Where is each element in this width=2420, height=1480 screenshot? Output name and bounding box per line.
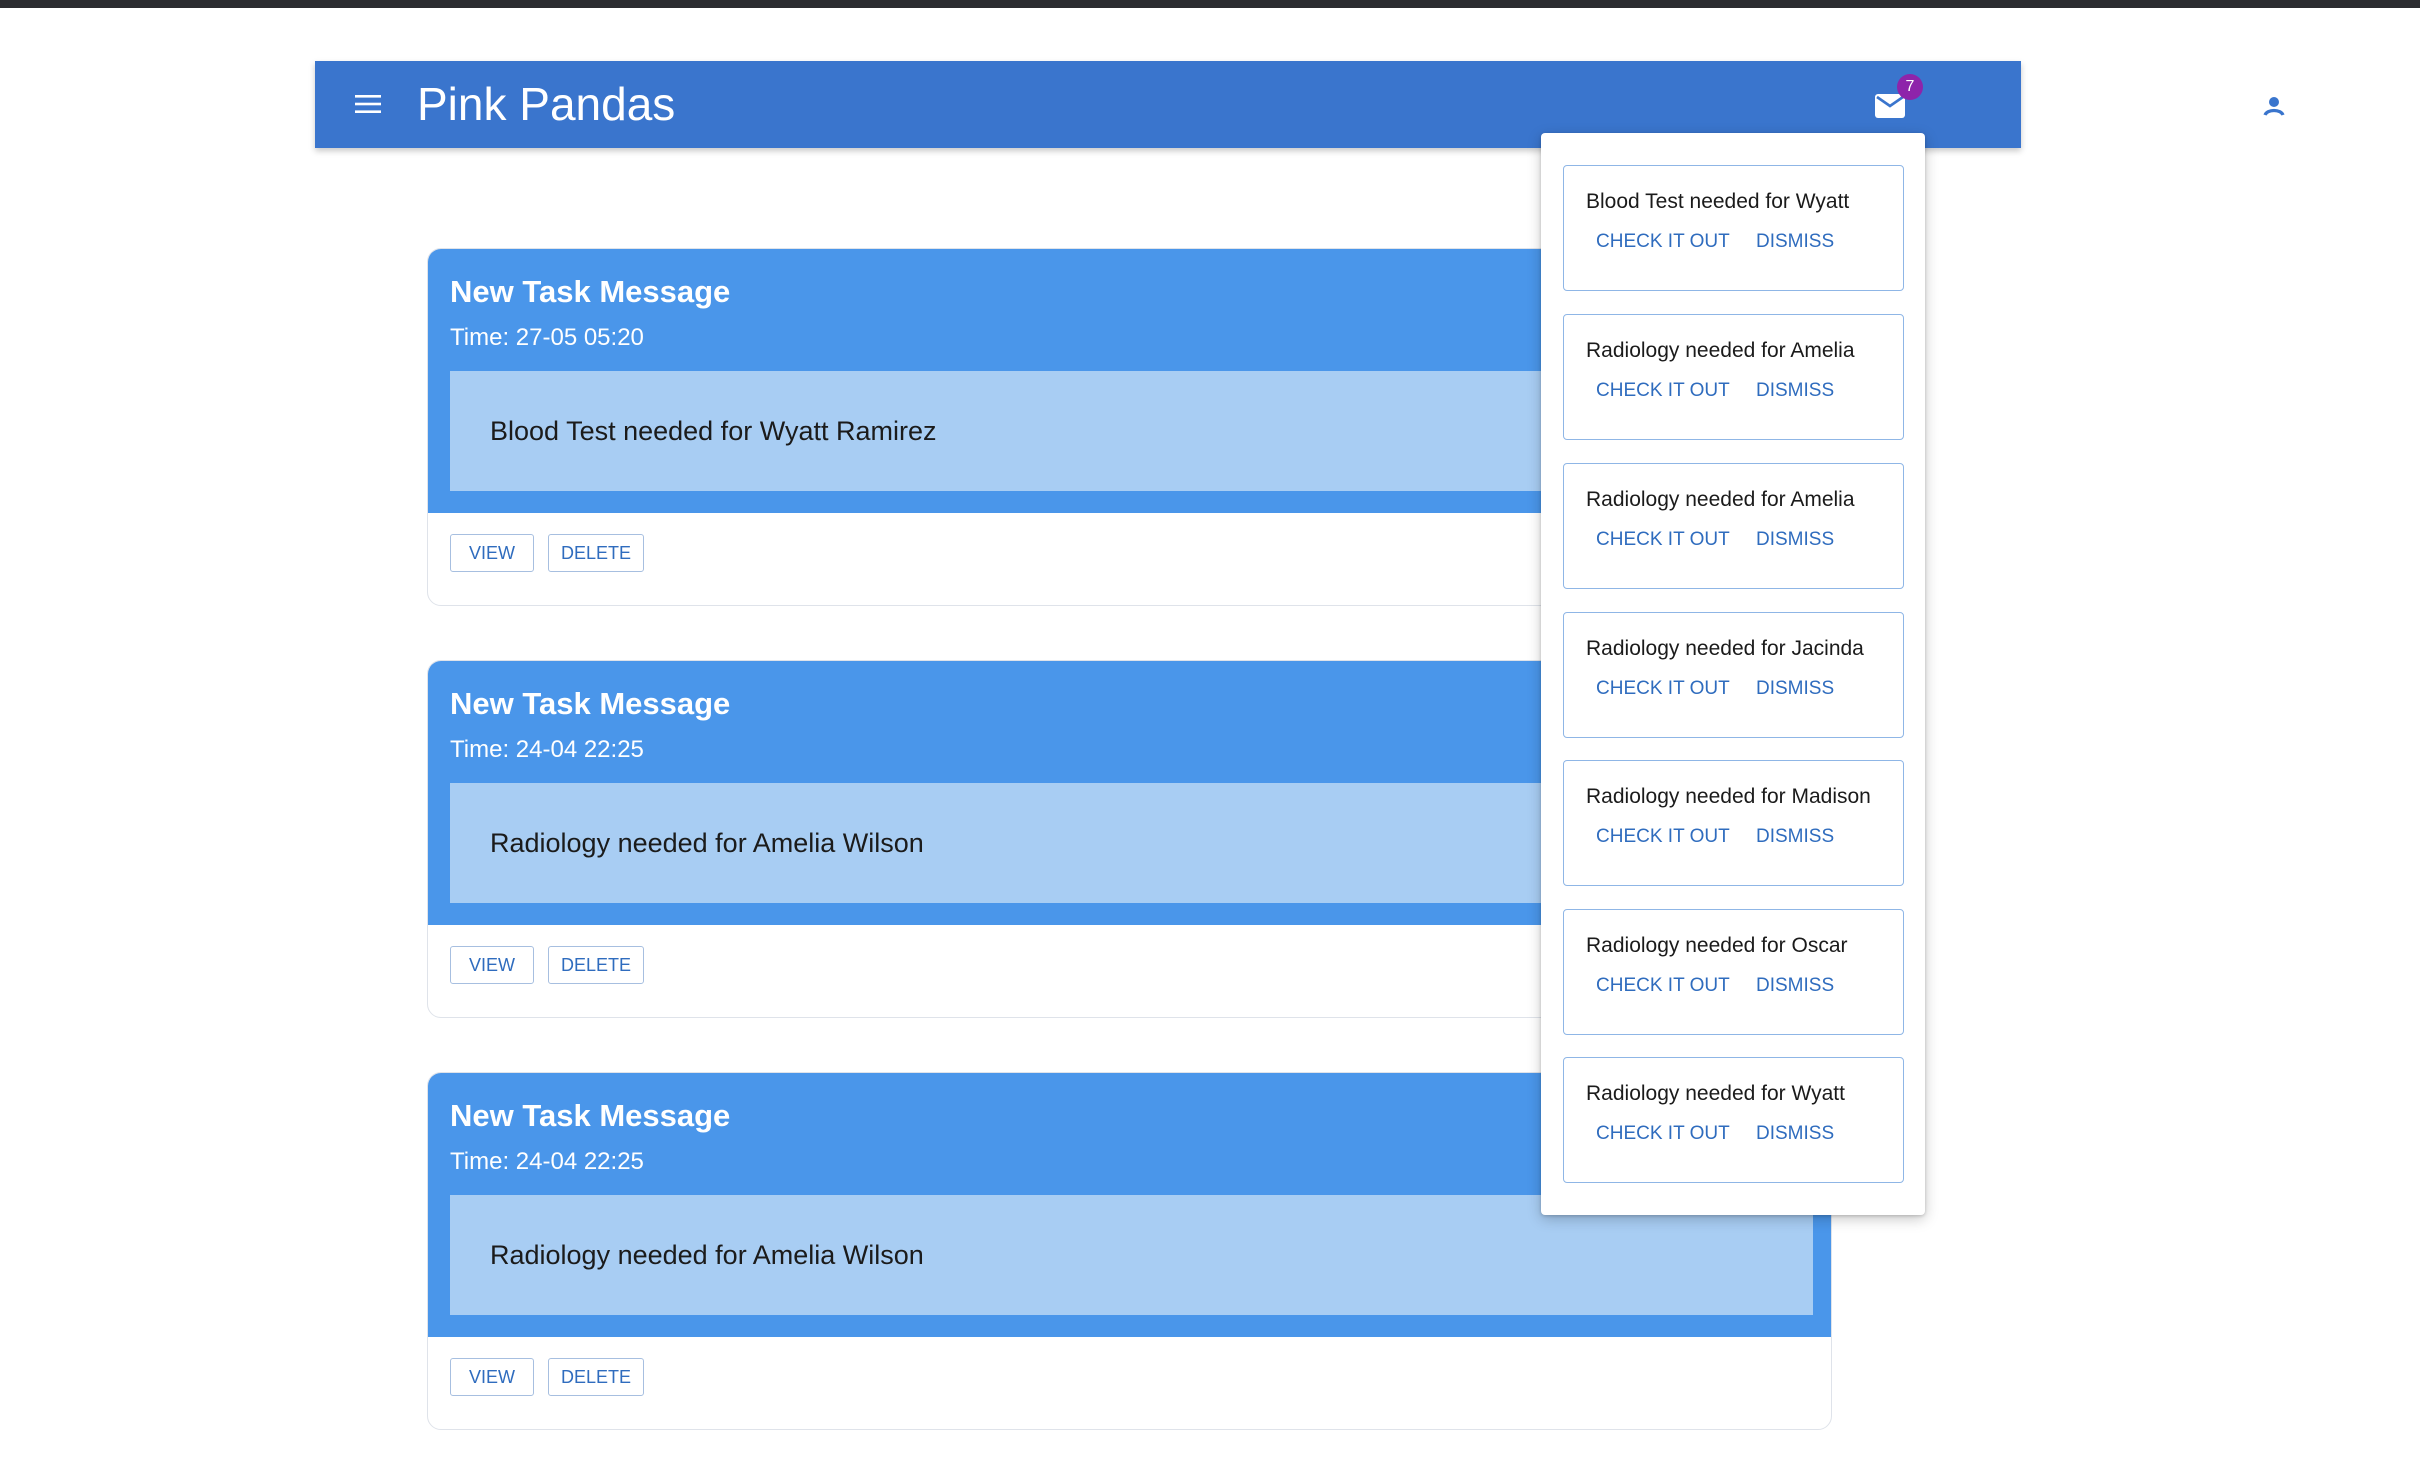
check-it-out-link[interactable]: CHECK IT OUT [1596, 972, 1730, 1000]
notification-item: Radiology needed for Amelia CHECK IT OUT… [1563, 463, 1904, 589]
menu-button[interactable] [345, 81, 391, 127]
notification-text: Radiology needed for Amelia [1586, 488, 1855, 511]
account-button[interactable] [2251, 83, 2297, 129]
card-title: New Task Message [450, 686, 731, 721]
view-button[interactable]: VIEW [450, 946, 534, 984]
notification-text: Radiology needed for Amelia [1586, 339, 1855, 362]
check-it-out-link[interactable]: CHECK IT OUT [1596, 823, 1730, 851]
card-time: Time: 27-05 05:20 [450, 324, 644, 351]
check-it-out-link[interactable]: CHECK IT OUT [1596, 1120, 1730, 1148]
view-button[interactable]: VIEW [450, 1358, 534, 1396]
delete-button[interactable]: DELETE [548, 1358, 644, 1396]
notification-item: Radiology needed for Wyatt CHECK IT OUT … [1563, 1057, 1904, 1183]
delete-button[interactable]: DELETE [548, 946, 644, 984]
dismiss-link[interactable]: DISMISS [1756, 526, 1834, 554]
notification-text: Radiology needed for Madison [1586, 785, 1871, 808]
dismiss-link[interactable]: DISMISS [1756, 1120, 1834, 1148]
hamburger-menu-icon [355, 95, 381, 113]
notification-item: Radiology needed for Amelia CHECK IT OUT… [1563, 314, 1904, 440]
dismiss-link[interactable]: DISMISS [1756, 675, 1834, 703]
notification-text: Radiology needed for Oscar [1586, 934, 1848, 957]
notification-item: Blood Test needed for Wyatt CHECK IT OUT… [1563, 165, 1904, 291]
card-title: New Task Message [450, 1098, 731, 1133]
dismiss-link[interactable]: DISMISS [1756, 228, 1834, 256]
notification-text: Radiology needed for Wyatt [1586, 1082, 1845, 1105]
app-title: Pink Pandas [417, 78, 676, 130]
card-message-text: Radiology needed for Amelia Wilson [490, 828, 924, 858]
delete-button[interactable]: DELETE [548, 534, 644, 572]
card-time: Time: 24-04 22:25 [450, 1148, 644, 1175]
window-top-strip [0, 0, 2420, 8]
dismiss-link[interactable]: DISMISS [1756, 823, 1834, 851]
notification-text: Blood Test needed for Wyatt [1586, 190, 1850, 213]
check-it-out-link[interactable]: CHECK IT OUT [1596, 675, 1730, 703]
card-message-text: Blood Test needed for Wyatt Ramirez [490, 416, 937, 446]
dismiss-link[interactable]: DISMISS [1756, 972, 1834, 1000]
check-it-out-link[interactable]: CHECK IT OUT [1596, 377, 1730, 405]
envelope-icon [1875, 94, 1905, 118]
card-title: New Task Message [450, 274, 731, 309]
notification-item: Radiology needed for Oscar CHECK IT OUT … [1563, 909, 1904, 1035]
check-it-out-link[interactable]: CHECK IT OUT [1596, 526, 1730, 554]
notification-item: Radiology needed for Jacinda CHECK IT OU… [1563, 612, 1904, 738]
check-it-out-link[interactable]: CHECK IT OUT [1596, 228, 1730, 256]
account-circle-icon [2260, 92, 2288, 120]
view-button[interactable]: VIEW [450, 534, 534, 572]
card-message-text: Radiology needed for Amelia Wilson [490, 1240, 924, 1270]
notification-item: Radiology needed for Madison CHECK IT OU… [1563, 760, 1904, 886]
mail-badge-count: 7 [1897, 74, 1923, 100]
notification-text: Radiology needed for Jacinda [1586, 637, 1864, 660]
dismiss-link[interactable]: DISMISS [1756, 377, 1834, 405]
notifications-dropdown: Blood Test needed for Wyatt CHECK IT OUT… [1541, 133, 1925, 1215]
card-time: Time: 24-04 22:25 [450, 736, 644, 763]
